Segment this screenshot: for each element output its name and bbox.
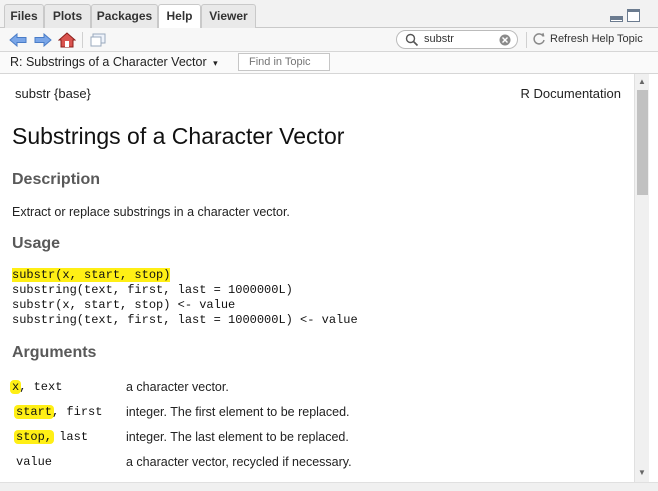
argument-name: stop, last (14, 430, 89, 444)
description-heading: Description (12, 171, 101, 188)
tab-viewer[interactable]: Viewer (201, 4, 256, 28)
find-in-topic-input[interactable] (238, 53, 330, 71)
argument-name: value (16, 455, 53, 469)
argument-row: start, first integer. The first element … (0, 403, 630, 423)
home-button[interactable] (57, 30, 77, 50)
popout-button[interactable] (88, 30, 108, 50)
argument-row: x, text a character vector. (0, 378, 630, 398)
argument-description: integer. The first element to be replace… (126, 405, 350, 419)
forward-button[interactable] (33, 30, 53, 50)
usage-line: substring(text, first, last = 1000000L) (12, 283, 293, 297)
usage-code: substr(x, start, stop) substring(text, f… (12, 268, 358, 328)
tab-help[interactable]: Help (158, 4, 201, 29)
minimize-icon[interactable] (610, 16, 623, 22)
refresh-icon (533, 32, 545, 45)
scrollbar-thumb[interactable] (637, 90, 648, 195)
clear-search-icon[interactable] (499, 34, 511, 46)
argument-description: a character vector, recycled if necessar… (126, 455, 352, 469)
arguments-heading: Arguments (12, 344, 97, 361)
tab-packages[interactable]: Packages (91, 4, 158, 28)
help-search-input[interactable] (424, 33, 496, 45)
scroll-down-icon[interactable]: ▼ (638, 468, 646, 477)
toolbar-divider (526, 32, 527, 48)
r-documentation-label: R Documentation (520, 86, 621, 101)
usage-line: substring(text, first, last = 1000000L) … (12, 313, 358, 327)
help-content: substr {base} R Documentation Substrings… (0, 74, 634, 482)
tab-plots[interactable]: Plots (44, 4, 91, 28)
maximize-icon[interactable] (627, 9, 640, 22)
argument-row: stop, last integer. The last element to … (0, 428, 630, 448)
scroll-up-icon[interactable]: ▲ (638, 77, 646, 86)
topic-dropdown[interactable]: R: Substrings of a Character Vector ▾ (10, 55, 218, 69)
argument-row: value a character vector, recycled if ne… (0, 453, 630, 473)
dropdown-caret-icon: ▾ (213, 58, 218, 68)
home-icon (58, 32, 76, 48)
arrow-right-icon (34, 33, 52, 47)
package-label: substr {base} (15, 86, 91, 101)
vertical-scrollbar[interactable]: ▲ ▼ (634, 74, 649, 482)
topic-title-label: R: Substrings of a Character Vector (10, 55, 207, 69)
refresh-help-topic-button[interactable]: Refresh Help Topic (532, 32, 643, 46)
popout-window-icon (90, 33, 106, 47)
topic-bar: R: Substrings of a Character Vector ▾ (0, 52, 658, 74)
pane-tab-bar: Files Plots Packages Help Viewer (0, 0, 658, 29)
pane-bottom-edge (0, 482, 658, 491)
refresh-label: Refresh Help Topic (550, 33, 643, 45)
help-toolbar: Refresh Help Topic (0, 28, 658, 52)
usage-line: substr(x, start, stop) (12, 268, 171, 282)
usage-line: substr(x, start, stop) <- value (12, 298, 236, 312)
description-text: Extract or replace substrings in a chara… (12, 205, 290, 219)
toolbar-divider (82, 32, 83, 48)
usage-heading: Usage (12, 235, 61, 252)
arrow-left-icon (9, 33, 27, 47)
argument-description: integer. The last element to be replaced… (126, 430, 349, 444)
search-icon (405, 33, 419, 47)
argument-description: a character vector. (126, 380, 229, 394)
argument-name: start, first (14, 405, 103, 419)
page-title: Substrings of a Character Vector (12, 123, 345, 149)
help-search-box[interactable] (396, 30, 518, 49)
tab-files[interactable]: Files (4, 4, 44, 28)
argument-name: x, text (10, 380, 63, 394)
back-button[interactable] (8, 30, 28, 50)
